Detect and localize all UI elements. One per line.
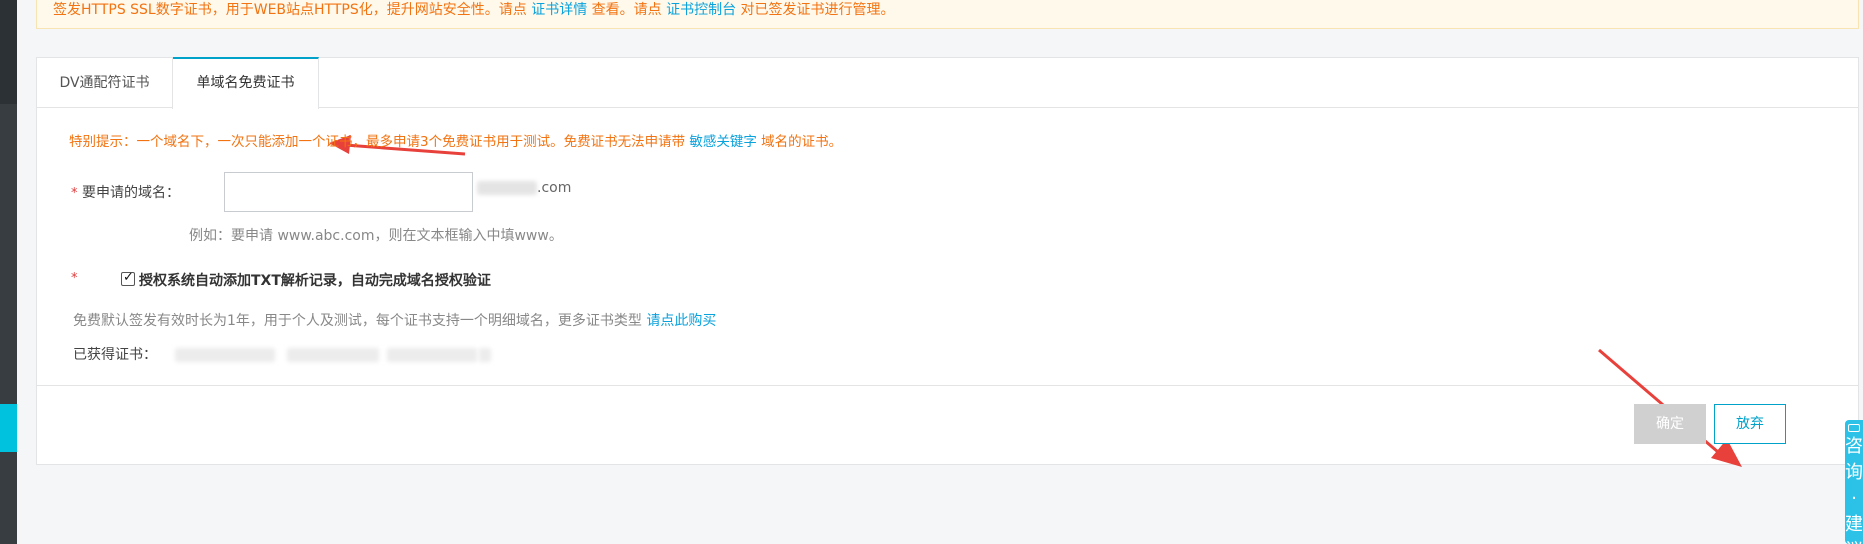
- blurred-certificate: [479, 348, 491, 362]
- domain-label-text: 要申请的域名：: [81, 185, 180, 201]
- domain-label: * 要申请的域名：: [71, 182, 180, 202]
- sensitive-keywords-link[interactable]: 敏感关键字: [689, 134, 757, 150]
- special-tip: 特别提示：一个域名下，一次只能添加一个证书，最多申请3个免费证书用于测试。免费证…: [69, 130, 842, 150]
- sidebar-top-block: [0, 0, 17, 104]
- required-mark: *: [71, 271, 78, 286]
- notice-prefix: 签发HTTPS SSL数字证书，用于WEB站点HTTPS化，提升网站安全性。请点: [53, 2, 532, 18]
- tab-dv-wildcard[interactable]: DV通配符证书: [37, 57, 173, 109]
- cancel-button[interactable]: 放弃: [1714, 404, 1786, 444]
- domain-input[interactable]: [224, 172, 473, 212]
- consult-label: 咨询·建议: [1845, 436, 1863, 544]
- confirm-button[interactable]: 确定: [1634, 404, 1706, 444]
- blurred-certificate: [287, 348, 379, 362]
- notice-mid: 查看。请点: [587, 2, 667, 18]
- sidebar-active-indicator[interactable]: [0, 404, 17, 452]
- certificate-type-tabs: DV通配符证书 单域名免费证书: [37, 57, 1858, 109]
- desc-text: 免费默认签发有效时长为1年，用于个人及测试，每个证书支持一个明细域名，更多证书类…: [73, 313, 647, 329]
- buy-more-link[interactable]: 请点此购买: [646, 313, 716, 329]
- footer-divider: [37, 385, 1858, 386]
- domain-suffix: .com: [537, 180, 572, 196]
- required-mark: *: [71, 186, 78, 201]
- notice-suffix: 对已签发证书进行管理。: [736, 2, 895, 18]
- tip-suffix: 域名的证书。: [756, 134, 843, 150]
- obtained-certificates-label: 已获得证书：: [73, 347, 157, 363]
- left-sidebar-rail: [0, 0, 17, 544]
- free-cert-description: 免费默认签发有效时长为1年，用于个人及测试，每个证书支持一个明细域名，更多证书类…: [73, 310, 716, 330]
- tip-text: 特别提示：一个域名下，一次只能添加一个证书，最多申请3个免费证书用于测试。免费证…: [69, 134, 690, 150]
- blurred-domain-name: [477, 181, 537, 195]
- auth-checkbox-label[interactable]: 授权系统自动添加TXT解析记录，自动完成域名授权验证: [139, 270, 491, 290]
- certificate-details-link[interactable]: 证书详情: [531, 2, 587, 18]
- auth-checkbox[interactable]: [121, 270, 135, 286]
- notice-banner: 签发HTTPS SSL数字证书，用于WEB站点HTTPS化，提升网站安全性。请点…: [36, 0, 1859, 29]
- blurred-certificate: [175, 348, 275, 362]
- tab-single-domain-free[interactable]: 单域名免费证书: [173, 57, 319, 109]
- blurred-certificate: [387, 348, 477, 362]
- consult-suggestion-tab[interactable]: 咨询·建议: [1845, 420, 1863, 544]
- certificate-application-panel: DV通配符证书 单域名免费证书 特别提示：一个域名下，一次只能添加一个证书，最多…: [36, 57, 1859, 467]
- chat-icon: [1848, 424, 1860, 432]
- certificate-console-link[interactable]: 证书控制台: [666, 2, 736, 18]
- domain-hint: 例如：要申请 www.abc.com，则在文本框输入中填www。: [189, 228, 563, 244]
